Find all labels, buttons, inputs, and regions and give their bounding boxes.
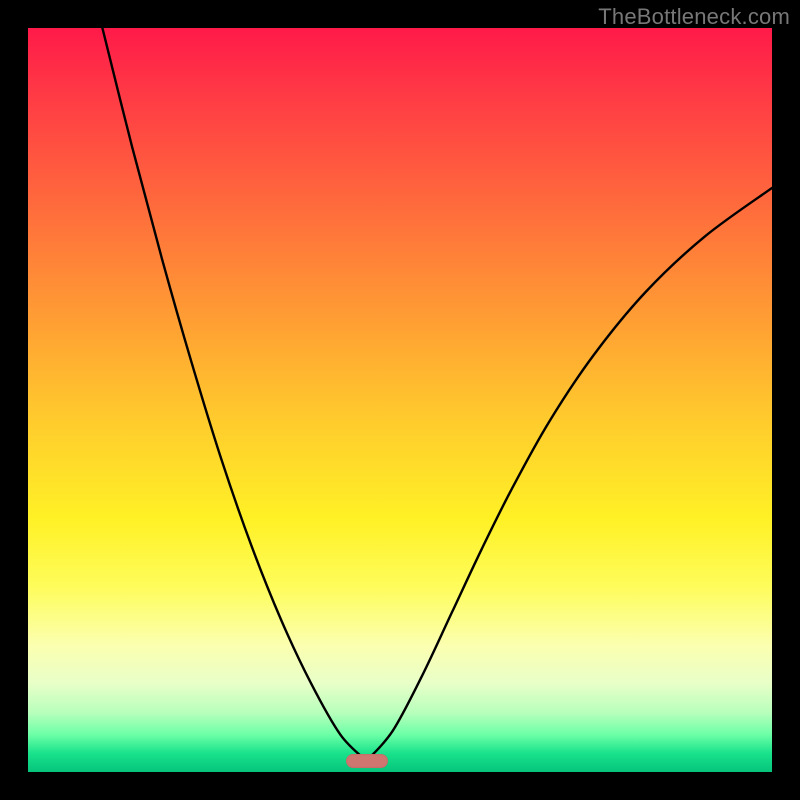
- optimum-marker-pill: [346, 754, 388, 768]
- chart-frame: TheBottleneck.com: [0, 0, 800, 800]
- curve-left-branch: [102, 28, 366, 761]
- curve-right-branch: [367, 188, 772, 761]
- watermark-text: TheBottleneck.com: [598, 4, 790, 30]
- chart-plot-area: [28, 28, 772, 772]
- bottleneck-curve: [28, 28, 772, 772]
